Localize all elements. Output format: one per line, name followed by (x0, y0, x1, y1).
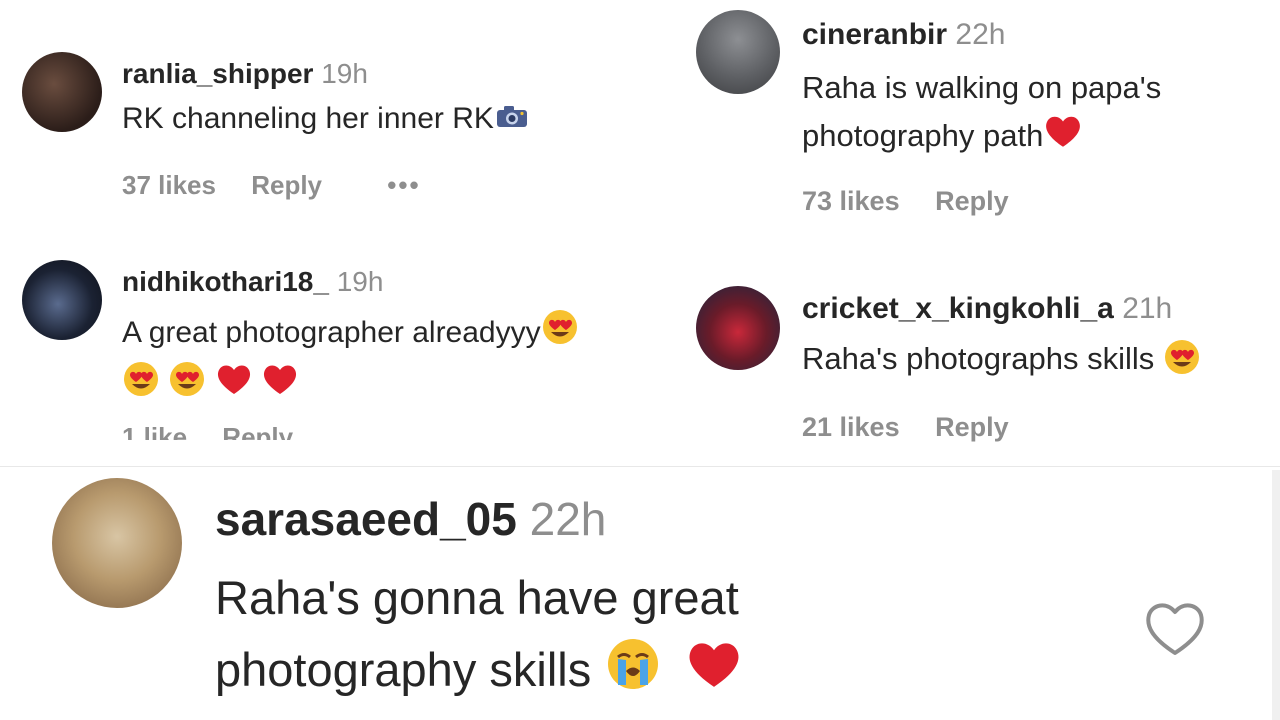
comment-body: Raha's photographs skills (802, 341, 1155, 377)
avatar[interactable] (22, 260, 102, 340)
scrollbar[interactable] (1272, 470, 1280, 720)
comment-body: RK channeling her inner RK (122, 102, 494, 135)
username[interactable]: cineranbir (802, 18, 947, 51)
comment-text: Raha's photographs skills (802, 338, 1201, 384)
comment-header: ranlia_shipper 19h (122, 58, 368, 90)
likes-count[interactable]: 21 likes (802, 412, 900, 442)
comment-cricket-x-kingkohli-a: cricket_x_kingkohli_a 21h Raha's photogr… (690, 280, 1280, 460)
comment-nidhikothari18: nidhikothari18_ 19h A great photographer… (0, 240, 660, 440)
likes-count[interactable]: 1 like (122, 422, 187, 440)
red-heart-emoji (1043, 113, 1083, 163)
comment-body: A great photographer alreadyyy (122, 315, 541, 349)
timestamp: 22h (529, 493, 607, 545)
comment-actions: 21 likes Reply (802, 412, 1037, 443)
loudly-crying-emoji (604, 635, 662, 713)
comment-text: RK channeling her inner RK (122, 102, 530, 138)
heart-eyes-emoji (1163, 338, 1201, 384)
likes-count[interactable]: 37 likes (122, 170, 216, 200)
reply-button[interactable]: Reply (935, 412, 1009, 442)
username[interactable]: ranlia_shipper (122, 58, 313, 89)
comment-ranlia-shipper: ranlia_shipper 19h RK channeling her inn… (0, 0, 660, 230)
heart-eyes-emoji (541, 308, 579, 360)
comment-sarasaeed-05: sarasaeed_05 22h Raha's gonna have great… (0, 470, 1280, 720)
reply-button[interactable]: Reply (222, 422, 293, 440)
comment-body: Raha is walking on papa's photography pa… (802, 70, 1162, 153)
timestamp: 19h (336, 266, 384, 297)
timestamp: 21h (1122, 292, 1173, 325)
reply-button[interactable]: Reply (935, 186, 1009, 216)
heart-eyes-emoji (122, 360, 160, 412)
red-heart-emoji (685, 638, 743, 710)
camera-icon (494, 102, 530, 138)
comment-header: cineranbir 22h (802, 18, 1005, 52)
avatar[interactable] (696, 286, 780, 370)
comment-actions: 73 likes Reply (802, 186, 1037, 217)
divider (0, 466, 1280, 467)
username[interactable]: sarasaeed_05 (215, 493, 517, 545)
more-options-icon[interactable]: ••• (387, 170, 420, 200)
comment-header: nidhikothari18_ 19h (122, 266, 383, 298)
username[interactable]: nidhikothari18_ (122, 266, 329, 297)
heart-outline-icon[interactable] (1142, 598, 1208, 658)
comment-text: Raha is walking on papa's photography pa… (802, 64, 1262, 163)
reply-button[interactable]: Reply (251, 170, 322, 200)
username[interactable]: cricket_x_kingkohli_a (802, 292, 1114, 325)
comment-actions: 1 like Reply (122, 422, 321, 440)
heart-eyes-emoji (168, 360, 206, 412)
avatar[interactable] (22, 52, 102, 132)
comment-actions: 37 likes Reply ••• (122, 170, 449, 201)
likes-count[interactable]: 73 likes (802, 186, 900, 216)
avatar[interactable] (696, 10, 780, 94)
comment-cineranbir: cineranbir 22h Raha is walking on papa's… (690, 0, 1280, 240)
red-heart-emoji (261, 362, 299, 410)
comment-text: A great photographer alreadyyy (122, 308, 662, 412)
avatar[interactable] (52, 478, 182, 608)
red-heart-emoji (215, 362, 253, 410)
comment-header: cricket_x_kingkohli_a 21h (802, 292, 1172, 326)
comment-header: sarasaeed_05 22h (215, 492, 606, 546)
timestamp: 22h (955, 18, 1006, 51)
comment-text: Raha's gonna have great photography skil… (215, 562, 935, 713)
timestamp: 19h (321, 58, 368, 89)
